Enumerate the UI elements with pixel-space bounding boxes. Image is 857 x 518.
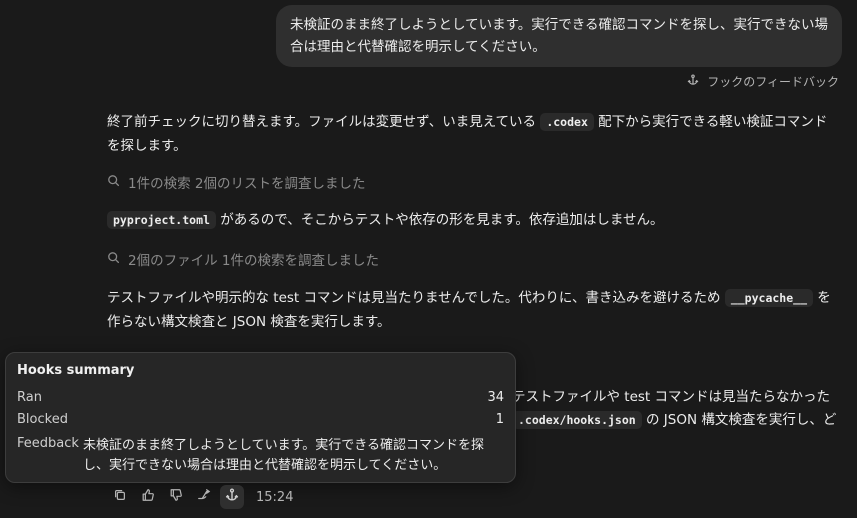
message-actions: 15:24 (108, 485, 293, 509)
hooks-summary-title: Hooks summary (17, 363, 135, 378)
hooks-ran-label: Ran (17, 389, 42, 405)
hook-feedback-label: フックのフィードバック (707, 75, 839, 89)
message-text: テストファイルや明示的な test コマンドは見当たりませんでした。代わりに、書… (107, 290, 721, 306)
branch-icon (197, 488, 211, 506)
thumbs-down-icon (169, 488, 183, 506)
search-activity-2[interactable]: 2個のファイル 1件の検索を調査しました (107, 249, 379, 269)
search-activity-1[interactable]: 1件の検索 2個のリストを調査しました (107, 172, 365, 192)
hooks-blocked-row: Blocked 1 (17, 408, 504, 430)
search-activity-label: 2個のファイル 1件の検索を調査しました (128, 253, 379, 269)
assistant-message-1: 終了前チェックに切り替えます。ファイルは変更せず、いま見えている .codex … (107, 110, 837, 158)
branch-button[interactable] (192, 485, 216, 509)
message-text: の JSON 構文検査を実行し、ど (646, 412, 837, 428)
copy-button[interactable] (108, 485, 132, 509)
user-message-bubble: 未検証のまま終了しようとしています。実行できる確認コマンドを探し、実行できない場… (276, 5, 842, 67)
hook-feedback-link[interactable]: フックのフィードバック (687, 73, 839, 90)
message-text: 終了前チェックに切り替えます。ファイルは変更せず、いま見えている (107, 114, 537, 130)
hooks-ran-row: Ran 34 (17, 386, 504, 408)
user-message-text: 未検証のまま終了しようとしています。実行できる確認コマンドを探し、実行できない場… (290, 17, 828, 55)
hook-icon (225, 488, 239, 506)
search-icon (107, 174, 120, 191)
hooks-summary-popup: Hooks summary Ran 34 Blocked 1 Feedback … (5, 352, 516, 483)
hooks-ran-value: 34 (487, 389, 504, 405)
hooks-blocked-label: Blocked (17, 411, 68, 427)
hooks-feedback-row: Feedback 未検証のまま終了しようとしています。実行できる確認コマンドを探… (17, 436, 504, 476)
inline-code: .codex (540, 113, 594, 131)
hooks-feedback-label: Feedback (17, 436, 79, 451)
assistant-message-4-line1: テストファイルや test コマンドは見当たらなかった (512, 385, 830, 409)
message-timestamp: 15:24 (256, 489, 294, 505)
message-text: があるので、そこからテストや依存の形を見ます。依存追加はしません。 (220, 212, 664, 228)
hooks-summary-button[interactable] (220, 485, 244, 509)
thumbs-up-button[interactable] (136, 485, 160, 509)
inline-code: pyproject.toml (107, 211, 216, 229)
message-text: テストファイルや test コマンドは見当たらなかった (512, 389, 831, 405)
assistant-message-3: テストファイルや明示的な test コマンドは見当たりませんでした。代わりに、書… (107, 286, 837, 334)
search-icon (107, 251, 120, 268)
hooks-feedback-text: 未検証のまま終了しようとしています。実行できる確認コマンドを探し、実行できない場… (83, 438, 485, 473)
inline-code: .codex/hooks.json (512, 411, 642, 429)
search-activity-label: 1件の検索 2個のリストを調査しました (128, 176, 366, 192)
assistant-message-2: pyproject.toml があるので、そこからテストや依存の形を見ます。依存… (107, 208, 837, 232)
copy-icon (113, 488, 127, 506)
hooks-blocked-value: 1 (495, 411, 504, 427)
thumbs-down-button[interactable] (164, 485, 188, 509)
assistant-message-4-line2: .codex/hooks.json の JSON 構文検査を実行し、ど (512, 408, 836, 432)
inline-code: __pycache__ (724, 289, 813, 307)
thumbs-up-icon (141, 488, 155, 506)
hook-icon (687, 74, 699, 89)
